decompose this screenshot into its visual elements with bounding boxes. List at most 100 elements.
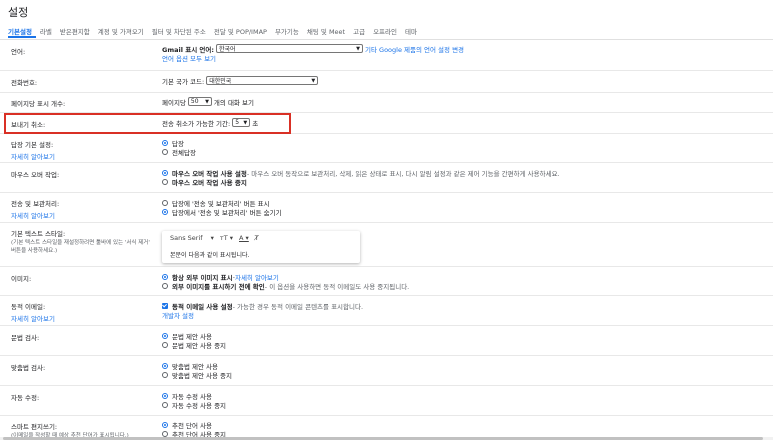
- reply-default-row: 답장 기본 설정: 자세히 알아보기 답장 전체답장: [0, 134, 773, 163]
- send-archive-learn-more-link[interactable]: 자세히 알아보기: [11, 210, 59, 220]
- text-style-label: 기본 텍스트 스타일:: [11, 230, 66, 238]
- radio-selected-icon[interactable]: [162, 169, 168, 176]
- reply-default-label: 답장 기본 설정:: [11, 141, 54, 149]
- spelling-off-label: 맞춤법 제안 사용 중지: [172, 371, 233, 380]
- dynamic-email-label: 동적 이메일:: [11, 303, 46, 311]
- page-size-value: 50: [190, 98, 199, 105]
- smart-compose-label: 스마트 편지쓰기:: [11, 423, 58, 431]
- autocorrect-label: 자동 수정:: [11, 394, 40, 402]
- radio-icon[interactable]: [162, 371, 168, 378]
- page-size-row: 페이지당 표시 개수: 페이지당 50 ▼ 개의 대화 보기: [0, 93, 773, 113]
- tab-accounts[interactable]: 계정 및 가져오기: [94, 26, 148, 38]
- tab-filters[interactable]: 필터 및 차단된 주소: [148, 26, 210, 38]
- dynamic-email-desc: - 가능한 경우 동적 이메일 콘텐츠를 표시합니다.: [232, 302, 364, 311]
- spelling-off-option[interactable]: 맞춤법 제안 사용 중지: [162, 370, 233, 380]
- chevron-down-icon: ▼: [205, 98, 209, 105]
- radio-icon[interactable]: [162, 178, 168, 185]
- radio-icon[interactable]: [162, 430, 168, 437]
- radio-icon[interactable]: [162, 341, 168, 348]
- text-style-preview: 본문이 다음과 같이 표시됩니다.: [170, 252, 250, 259]
- country-code-select[interactable]: 대한민국 ▼: [206, 76, 319, 85]
- send-archive-label: 전송 및 보관처리:: [11, 200, 60, 208]
- page-size-select[interactable]: 50 ▼: [187, 97, 212, 106]
- images-label: 이미지:: [11, 275, 32, 283]
- send-archive-row: 전송 및 보관처리: 자세히 알아보기 답장에 '전송 및 보관처리' 버튼 표…: [0, 193, 773, 223]
- grammar-off-label: 문법 제안 사용 중지: [172, 341, 227, 350]
- active-tab-indicator: [8, 36, 36, 38]
- language-select[interactable]: 한국어 ▼: [216, 44, 363, 53]
- hover-enable-desc: - 마우스 오버 동작으로 보관처리, 삭제, 읽은 상태로 표시, 다시 알림…: [246, 169, 560, 178]
- phone-label: 전화번호:: [11, 79, 38, 87]
- language-controls: Gmail 표시 언어: 한국어 ▼ 기타 Google 제품의 언어 설정 변경…: [162, 44, 464, 63]
- page-size-label: 페이지당 표시 개수:: [11, 100, 66, 108]
- developer-settings-link[interactable]: 개발자 설정: [162, 310, 194, 320]
- reply-all-option-label: 전체답장: [172, 148, 196, 157]
- dynamic-email-row: 동적 이메일: 자세히 알아보기 동적 이메일 사용 설정 - 가능한 경우 동…: [0, 296, 773, 326]
- grammar-off-option[interactable]: 문법 제안 사용 중지: [162, 340, 227, 350]
- tab-offline[interactable]: 오프라인: [369, 26, 401, 38]
- grammar-row: 문법 검사: 문법 제안 사용 문법 제안 사용 중지: [0, 326, 773, 356]
- undo-send-highlight-box: [4, 113, 291, 134]
- hover-actions-label: 마우스 오버 작업:: [11, 171, 60, 179]
- images-ask-desc: - 이 옵션을 사용하면 동적 이메일도 사용 중지됩니다.: [264, 282, 410, 291]
- grammar-label: 문법 검사:: [11, 334, 40, 342]
- tab-labels[interactable]: 라벨: [36, 26, 56, 38]
- chevron-down-icon: ▼: [311, 77, 316, 84]
- radio-selected-icon[interactable]: [162, 362, 168, 369]
- tab-themes[interactable]: 테마: [401, 26, 421, 38]
- autocorrect-off-option[interactable]: 자동 수정 사용 중지: [162, 400, 227, 410]
- text-style-note: (기본 텍스트 스타일을 재설정하려면 툴바에 있는 '서식 제거' 버튼을 사…: [11, 240, 150, 254]
- reply-all-option[interactable]: 전체답장: [162, 147, 196, 157]
- font-select[interactable]: Sans Serif ▾: [170, 234, 214, 242]
- spelling-label: 맞춤법 검사:: [11, 364, 46, 372]
- radio-selected-icon[interactable]: [162, 332, 168, 339]
- tab-inbox[interactable]: 받은편지함: [56, 26, 94, 38]
- radio-selected-icon[interactable]: [162, 421, 168, 428]
- remove-formatting-icon[interactable]: T̸: [255, 234, 259, 242]
- reply-default-learn-more-link[interactable]: 자세히 알아보기: [11, 151, 55, 161]
- tab-addons[interactable]: 부가기능: [271, 26, 303, 38]
- radio-selected-icon[interactable]: [162, 139, 168, 146]
- hover-disable-option[interactable]: 마우스 오버 작업 사용 중지: [162, 177, 560, 187]
- text-style-row: 기본 텍스트 스타일: (기본 텍스트 스타일을 재설정하려면 툴바에 있는 '…: [0, 223, 773, 267]
- other-products-language-link[interactable]: 기타 Google 제품의 언어 설정 변경: [365, 44, 464, 54]
- country-code-label: 기본 국가 코드:: [162, 77, 205, 86]
- radio-selected-icon[interactable]: [162, 208, 168, 215]
- autocorrect-row: 자동 수정: 자동 수정 사용 자동 수정 사용 중지: [0, 386, 773, 416]
- send-archive-hide-label: 답장에서 '전송 및 보관처리' 버튼 숨기기: [172, 208, 282, 217]
- radio-selected-icon[interactable]: [162, 273, 168, 280]
- tab-forwarding[interactable]: 전달 및 POP/IMAP: [210, 26, 271, 38]
- language-select-value: 한국어: [219, 46, 236, 53]
- radio-selected-icon[interactable]: [162, 392, 168, 399]
- images-ask-option[interactable]: 외부 이미지를 표시하기 전에 확인 - 이 옵션을 사용하면 동적 이메일도 …: [162, 281, 410, 291]
- page-size-prefix: 페이지당: [162, 98, 186, 107]
- language-label: 언어:: [11, 48, 26, 56]
- tab-chat-meet[interactable]: 채팅 및 Meet: [303, 26, 349, 38]
- settings-tabs: 기본설정 라벨 받은편지함 계정 및 가져오기 필터 및 차단된 주소 전달 및…: [4, 26, 421, 38]
- hover-disable-title: 마우스 오버 작업 사용 중지: [172, 178, 247, 187]
- text-style-editor: Sans Serif ▾ ᴛT ▾ A ▾ T̸ 본문이 다음과 같이 표시됩니…: [162, 231, 360, 263]
- hover-actions-row: 마우스 오버 작업: 마우스 오버 작업 사용 설정 - 마우스 오버 동작으로…: [0, 163, 773, 193]
- radio-icon[interactable]: [162, 282, 168, 289]
- checkbox-checked-icon[interactable]: [162, 302, 168, 309]
- radio-icon[interactable]: [162, 401, 168, 408]
- radio-icon[interactable]: [162, 199, 168, 206]
- page-title: 설정: [8, 6, 29, 19]
- country-code-value: 대한민국: [209, 78, 232, 85]
- chevron-down-icon: ▼: [356, 45, 360, 52]
- autocorrect-off-label: 자동 수정 사용 중지: [172, 401, 227, 410]
- images-row: 이미지: 항상 외부 이미지 표시 - 자세히 알아보기 외부 이미지를 표시하…: [0, 267, 773, 296]
- text-style-toolbar: Sans Serif ▾ ᴛT ▾ A ▾ T̸: [170, 234, 265, 242]
- images-ask-title: 외부 이미지를 표시하기 전에 확인: [172, 282, 265, 291]
- send-archive-hide-option[interactable]: 답장에서 '전송 및 보관처리' 버튼 숨기기: [162, 207, 282, 217]
- dynamic-email-learn-more-link[interactable]: 자세히 알아보기: [11, 313, 55, 323]
- radio-icon[interactable]: [162, 148, 168, 155]
- font-size-icon[interactable]: ᴛT ▾: [220, 234, 233, 242]
- phone-row: 전화번호: 기본 국가 코드: 대한민국 ▼: [0, 71, 773, 93]
- language-row: 언어: Gmail 표시 언어: 한국어 ▼ 기타 Google 제품의 언어 설…: [0, 40, 773, 71]
- tab-advanced[interactable]: 고급: [349, 26, 369, 38]
- text-color-icon[interactable]: A ▾: [239, 234, 249, 242]
- font-select-value: Sans Serif: [170, 234, 203, 242]
- spelling-row: 맞춤법 검사: 맞춤법 제안 사용 맞춤법 제안 사용 중지: [0, 356, 773, 386]
- show-all-languages-link[interactable]: 언어 옵션 모두 보기: [162, 53, 216, 63]
